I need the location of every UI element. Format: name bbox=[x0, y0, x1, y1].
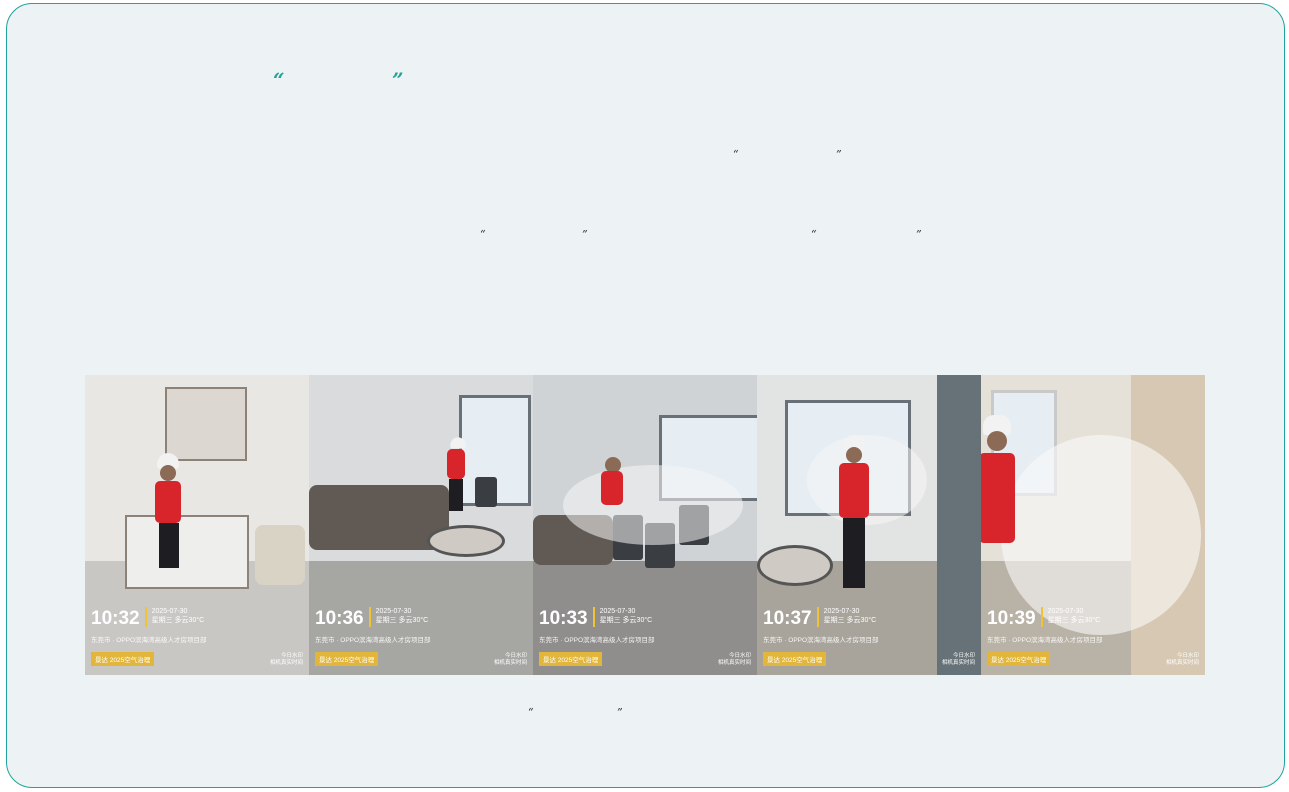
timestamp-overlay: 10:33 2025-07-30 星期三 多云30°C 东莞市 · OPPO滨海湾高… bbox=[539, 607, 655, 666]
photo-4: 10:37 2025-07-30 星期三 多云30°C 东莞市 · OPPO滨海湾高… bbox=[757, 375, 981, 675]
photo-2: 10:36 2025-07-30 星期三 多云30°C 东莞市 · OPPO滨海湾高… bbox=[309, 375, 533, 675]
watermark-logo: 今日水印 相机真实时间 bbox=[941, 653, 975, 666]
watermark-logo: 今日水印 相机真实时间 bbox=[269, 653, 303, 666]
title-quote-open: “ bbox=[273, 68, 285, 92]
watermark-logo: 今日水印 相机真实时间 bbox=[493, 653, 527, 666]
line2a-quote-open: “ bbox=[480, 228, 486, 241]
title-quote-close: ” bbox=[392, 68, 404, 92]
line2a-quote-close: ” bbox=[582, 228, 588, 241]
line2b-quote-open: “ bbox=[811, 228, 817, 241]
timestamp-overlay: 10:36 2025-07-30 星期三 多云30°C 东莞市 · OPPO滨海湾高… bbox=[315, 607, 431, 666]
timestamp-overlay: 10:32 2025-07-30 星期三 多云30°C 东莞市 · OPPO滨海湾高… bbox=[91, 607, 207, 666]
line1-quote-open: “ bbox=[733, 148, 739, 161]
photo-5: 10:39 2025-07-30 星期三 多云30°C 东莞市 · OPPO滨海湾高… bbox=[981, 375, 1205, 675]
watermark-logo: 今日水印 相机真实时间 bbox=[1165, 653, 1199, 666]
caption-quote-open: “ bbox=[528, 706, 534, 719]
photo-3: 10:33 2025-07-30 星期三 多云30°C 东莞市 · OPPO滨海湾高… bbox=[533, 375, 757, 675]
photo-strip: 10:32 2025-07-30 星期三 多云30°C 东莞市 · OPPO滨海湾高… bbox=[85, 375, 1205, 675]
watermark-logo: 今日水印 相机真实时间 bbox=[717, 653, 751, 666]
line2b-quote-close: ” bbox=[916, 228, 922, 241]
photo-1: 10:32 2025-07-30 星期三 多云30°C 东莞市 · OPPO滨海湾高… bbox=[85, 375, 309, 675]
line1-quote-close: ” bbox=[836, 148, 842, 161]
timestamp-overlay: 10:37 2025-07-30 星期三 多云30°C 东莞市 · OPPO滨海湾高… bbox=[763, 607, 879, 666]
timestamp-overlay: 10:39 2025-07-30 星期三 多云30°C 东莞市 · OPPO滨海湾高… bbox=[987, 607, 1103, 666]
caption-quote-close: ” bbox=[617, 706, 623, 719]
